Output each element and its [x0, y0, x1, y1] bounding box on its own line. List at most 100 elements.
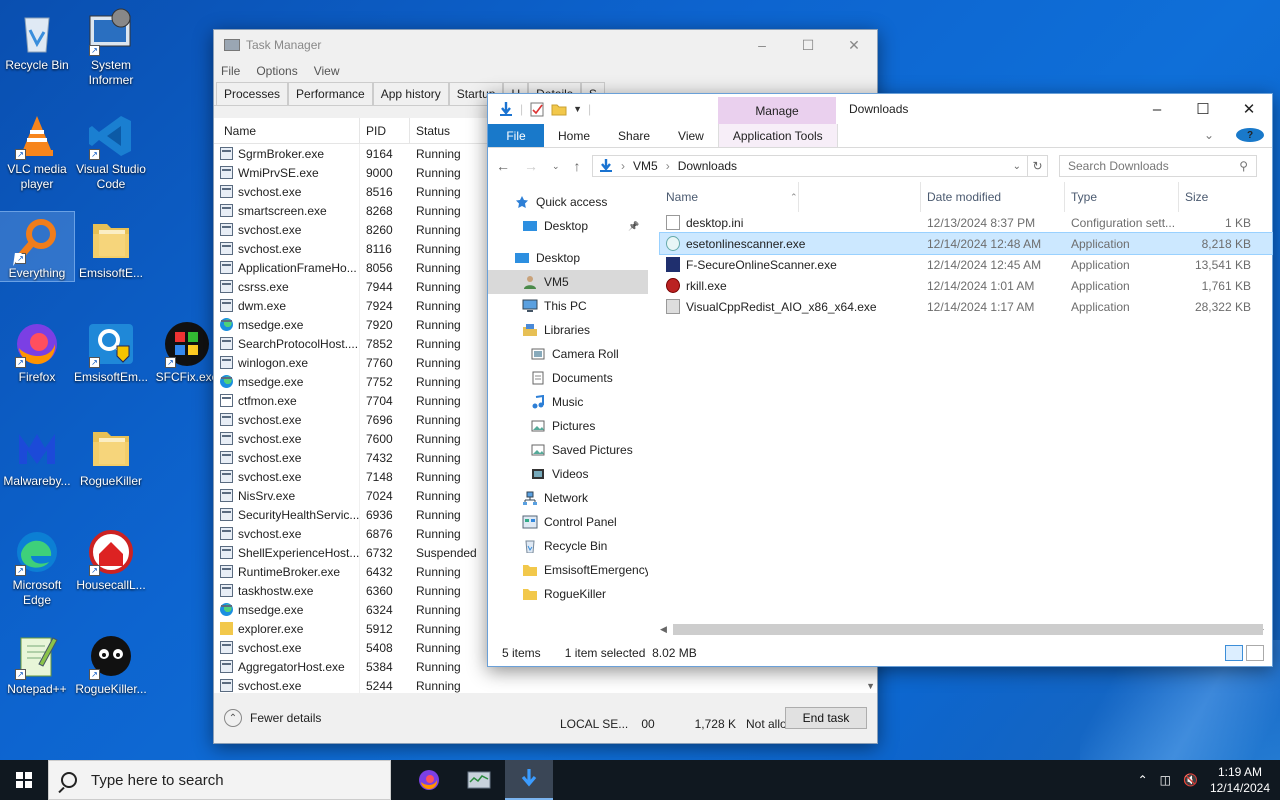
nav-item-emsisoftemergency[interactable]: EmsisoftEmergency: [488, 558, 648, 582]
maximize-button[interactable]: ☐: [1180, 94, 1226, 124]
file-row[interactable]: VisualCppRedist_AIO_x86_x64.exe 12/14/202…: [660, 296, 1272, 317]
recent-locations-chevron-icon[interactable]: ⌄: [552, 161, 560, 172]
nav-item-label: This PC: [544, 299, 587, 313]
nav-item-desktop[interactable]: Desktop: [488, 246, 648, 270]
network-icon[interactable]: ◫: [1160, 773, 1171, 787]
help-icon[interactable]: ?: [1236, 128, 1264, 142]
column-name[interactable]: Name: [214, 118, 360, 143]
start-button[interactable]: [0, 760, 48, 800]
explorer-titlebar[interactable]: | ▼ | Manage Downloads – ☐ ✕: [488, 94, 1272, 124]
breadcrumb-downloads[interactable]: Downloads: [678, 159, 737, 173]
pin-icon[interactable]: 📌: [628, 221, 639, 232]
address-dropdown-icon[interactable]: ⌄: [1013, 161, 1021, 172]
show-hidden-icons-chevron-icon[interactable]: ⌃: [1138, 773, 1148, 787]
nav-item-camera-roll[interactable]: Camera Roll: [488, 342, 648, 366]
nav-item-desktop[interactable]: Desktop 📌: [488, 214, 648, 238]
details-view-icon[interactable]: [1225, 645, 1243, 661]
breadcrumb-separator-icon[interactable]: ›: [621, 159, 625, 173]
column-pid[interactable]: PID: [360, 118, 410, 143]
tab-processes[interactable]: Processes: [216, 82, 289, 105]
nav-item-documents[interactable]: Documents: [488, 366, 648, 390]
breadcrumb-separator-icon[interactable]: ›: [666, 159, 670, 173]
desktop-icon-emsisofte[interactable]: EmsisoftE...: [74, 212, 148, 281]
desktop-icon-roguekiller[interactable]: ↗ RogueKiller...: [74, 628, 148, 697]
ribbon-tab-view[interactable]: View: [664, 124, 718, 147]
file-row[interactable]: esetonlinescanner.exe 12/14/2024 12:48 AM…: [659, 232, 1273, 255]
nav-item-videos[interactable]: Videos: [488, 462, 648, 486]
horizontal-scrollbar[interactable]: ◀ ▶: [660, 623, 1264, 636]
nav-item-vm5[interactable]: VM5: [488, 270, 648, 294]
nav-item-recycle-bin[interactable]: Recycle Bin: [488, 534, 648, 558]
maximize-button[interactable]: ☐: [785, 30, 831, 60]
desktop-icon-everything[interactable]: ↗ Everything: [0, 211, 75, 282]
minimize-button[interactable]: –: [1134, 94, 1180, 124]
clock[interactable]: 1:19 AM 12/14/2024: [1210, 764, 1270, 796]
desktop-icon-system-informer[interactable]: ↗ System Informer: [74, 4, 148, 88]
desktop-icon-visual-studio-code[interactable]: ↗ Visual Studio Code: [74, 108, 148, 192]
manage-context-tab[interactable]: Manage: [718, 97, 836, 124]
nav-item-control-panel[interactable]: Control Panel: [488, 510, 648, 534]
nav-item-libraries[interactable]: Libraries: [488, 318, 648, 342]
tab-app-history[interactable]: App history: [372, 82, 449, 105]
breadcrumb-vm5[interactable]: VM5: [633, 159, 658, 173]
menu-file[interactable]: File: [221, 64, 240, 78]
app-window-icon: [220, 432, 233, 445]
nav-item-quick-access[interactable]: Quick access: [488, 190, 648, 214]
up-arrow-icon[interactable]: ↑: [574, 158, 581, 174]
end-task-button[interactable]: End task: [785, 707, 867, 729]
search-input[interactable]: Search Downloads ⚲: [1059, 155, 1257, 177]
taskbar-search-box[interactable]: Type here to search: [48, 760, 391, 800]
qat-dropdown-icon[interactable]: ▼: [573, 104, 582, 114]
back-arrow-icon[interactable]: ←: [496, 158, 510, 174]
file-row[interactable]: F-SecureOnlineScanner.exe 12/14/2024 12:4…: [660, 254, 1272, 275]
desktop-icon-recycle-bin[interactable]: Recycle Bin: [0, 4, 74, 73]
column-type[interactable]: Type: [1065, 182, 1179, 212]
column-date-modified[interactable]: Date modified: [921, 182, 1065, 212]
desktop-icon-vlc-media-player[interactable]: ↗ VLC media player: [0, 108, 74, 192]
nav-item-network[interactable]: Network: [488, 486, 648, 510]
column-size[interactable]: Size: [1179, 182, 1255, 212]
ribbon-tab-file[interactable]: File: [488, 124, 544, 147]
ribbon-tab-application-tools[interactable]: Application Tools: [717, 124, 838, 147]
new-folder-icon[interactable]: [551, 101, 567, 117]
address-bar[interactable]: › VM5 › Downloads ⌄: [592, 155, 1028, 177]
download-arrow-icon: [498, 101, 514, 117]
desktop-icon-roguekiller[interactable]: RogueKiller: [74, 420, 148, 489]
volume-muted-icon[interactable]: 🔇: [1183, 773, 1198, 787]
scrollbar-thumb[interactable]: [672, 624, 1263, 635]
expand-ribbon-chevron-icon[interactable]: ⌄: [1190, 128, 1228, 142]
close-button[interactable]: ✕: [831, 30, 877, 60]
file-row[interactable]: rkill.exe 12/14/2024 1:01 AM Application 1,…: [660, 275, 1272, 296]
nav-item-music[interactable]: Music: [488, 390, 648, 414]
taskbar-firefox[interactable]: [405, 760, 453, 800]
ribbon-tab-share[interactable]: Share: [604, 124, 664, 147]
menu-options[interactable]: Options: [256, 64, 297, 78]
scroll-down-arrow-icon[interactable]: ▼: [866, 681, 875, 691]
minimize-button[interactable]: –: [739, 30, 785, 60]
nav-item-this-pc[interactable]: This PC: [488, 294, 648, 318]
process-pid: 8268: [366, 203, 393, 218]
nav-item-saved-pictures[interactable]: Saved Pictures: [488, 438, 648, 462]
properties-icon[interactable]: [529, 101, 545, 117]
tab-performance[interactable]: Performance: [288, 82, 373, 105]
scroll-left-icon[interactable]: ◀: [660, 624, 667, 635]
desktop-icon-firefox[interactable]: ↗ Firefox: [0, 316, 74, 385]
desktop-icon-notepad[interactable]: ↗ Notepad++: [0, 628, 74, 697]
desktop-icon-malwareby[interactable]: Malwareby...: [0, 420, 74, 489]
nav-item-roguekiller[interactable]: RogueKiller: [488, 582, 648, 606]
forward-arrow-icon[interactable]: →: [524, 158, 538, 174]
menu-view[interactable]: View: [314, 64, 340, 78]
nav-item-pictures[interactable]: Pictures: [488, 414, 648, 438]
large-icons-view-icon[interactable]: [1246, 645, 1264, 661]
nav-item-label: Saved Pictures: [552, 443, 633, 457]
desktop-icon-housecalll[interactable]: ↗ HousecallL...: [74, 524, 148, 593]
desktop-icon-microsoft-edge[interactable]: ↗ Microsoft Edge: [0, 524, 74, 608]
close-button[interactable]: ✕: [1226, 94, 1272, 124]
fewer-details-button[interactable]: ⌃ Fewer details: [224, 709, 321, 727]
file-row[interactable]: desktop.ini 12/13/2024 8:37 PM Configurati…: [660, 212, 1272, 233]
desktop-icon-emsisoftem[interactable]: ↗ EmsisoftEm...: [74, 316, 148, 385]
refresh-icon[interactable]: ↻: [1028, 155, 1048, 177]
taskbar-task-manager[interactable]: [455, 760, 503, 800]
ribbon-tab-home[interactable]: Home: [544, 124, 604, 147]
taskbar-file-explorer[interactable]: [505, 760, 553, 800]
